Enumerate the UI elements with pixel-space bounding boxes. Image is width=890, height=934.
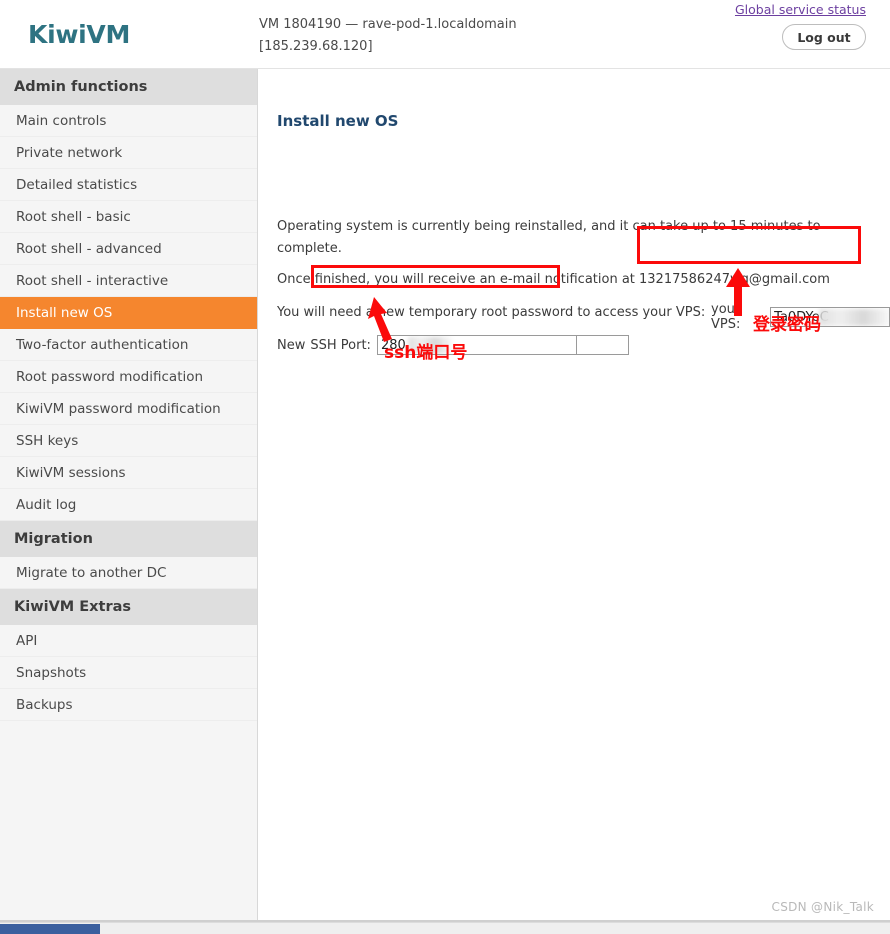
annotation-label-ssh-port: ssh端口号 [384,343,468,363]
sidebar-item-detailed-statistics[interactable]: Detailed statistics [0,169,257,201]
sidebar-item-audit-log[interactable]: Audit log [0,489,257,521]
redacted-password-blur [819,309,890,326]
sidebar-item-snapshots[interactable]: Snapshots [0,657,257,689]
sidebar-item-ssh-keys[interactable]: SSH keys [0,425,257,457]
horizontal-scrollbar[interactable] [0,922,890,934]
sidebar-item-kiwivm-sessions[interactable]: KiwiVM sessions [0,457,257,489]
horizontal-scrollbar-thumb[interactable] [0,924,100,934]
ssh-port-submit-button[interactable] [576,335,629,355]
page-header: KiwiVM VM 1804190 — rave-pod-1.localdoma… [0,0,890,69]
main-content: Install new OS Operating system is curre… [259,69,890,920]
sidebar-item-root-shell-interactive[interactable]: Root shell - interactive [0,265,257,297]
page-title: Install new OS [277,112,399,130]
sidebar-item-root-shell-advanced[interactable]: Root shell - advanced [0,233,257,265]
sidebar-item-two-factor-authentication[interactable]: Two-factor authentication [0,329,257,361]
sidebar-group-kiwivm-extras: KiwiVM Extras [0,589,257,625]
sidebar-group-admin-functions: Admin functions [0,69,257,105]
logout-button[interactable]: Log out [782,24,866,50]
sidebar-item-root-shell-basic[interactable]: Root shell - basic [0,201,257,233]
sidebar-item-kiwivm-password-modification[interactable]: KiwiVM password modification [0,393,257,425]
sidebar-group-migration: Migration [0,521,257,557]
vm-ip-address: [185.239.68.120] [259,39,373,54]
annotation-label-password: 登录密码 [753,315,821,335]
email-notification-text: Once finished, you will receive an e-mai… [277,272,830,287]
annotation-arrow-password-icon [726,268,750,316]
sidebar-item-api[interactable]: API [0,625,257,657]
sidebar-item-main-controls[interactable]: Main controls [0,105,257,137]
global-service-status-link[interactable]: Global service status [735,2,866,17]
sidebar-item-root-password-modification[interactable]: Root password modification [0,361,257,393]
sidebar-item-migrate-to-another-dc[interactable]: Migrate to another DC [0,557,257,589]
kiwivm-logo[interactable]: KiwiVM [28,20,130,49]
ssh-port-label: SSH Port: [310,337,371,353]
vm-identifier: VM 1804190 — rave-pod-1.localdomain [259,17,517,32]
vm-info-block: VM 1804190 — rave-pod-1.localdomain [185… [259,14,659,58]
annotation-arrow-ssh-icon [368,297,392,342]
reinstall-status-text: Operating system is currently being rein… [277,219,821,256]
sidebar-item-install-new-os[interactable]: Install new OS [0,297,257,329]
sidebar-item-private-network[interactable]: Private network [0,137,257,169]
csdn-watermark: CSDN @Nik_Talk [771,900,874,914]
sidebar-item-backups[interactable]: Backups [0,689,257,721]
ssh-port-label-new: New [277,337,306,353]
sidebar-nav: Admin functions Main controls Private ne… [0,69,258,920]
